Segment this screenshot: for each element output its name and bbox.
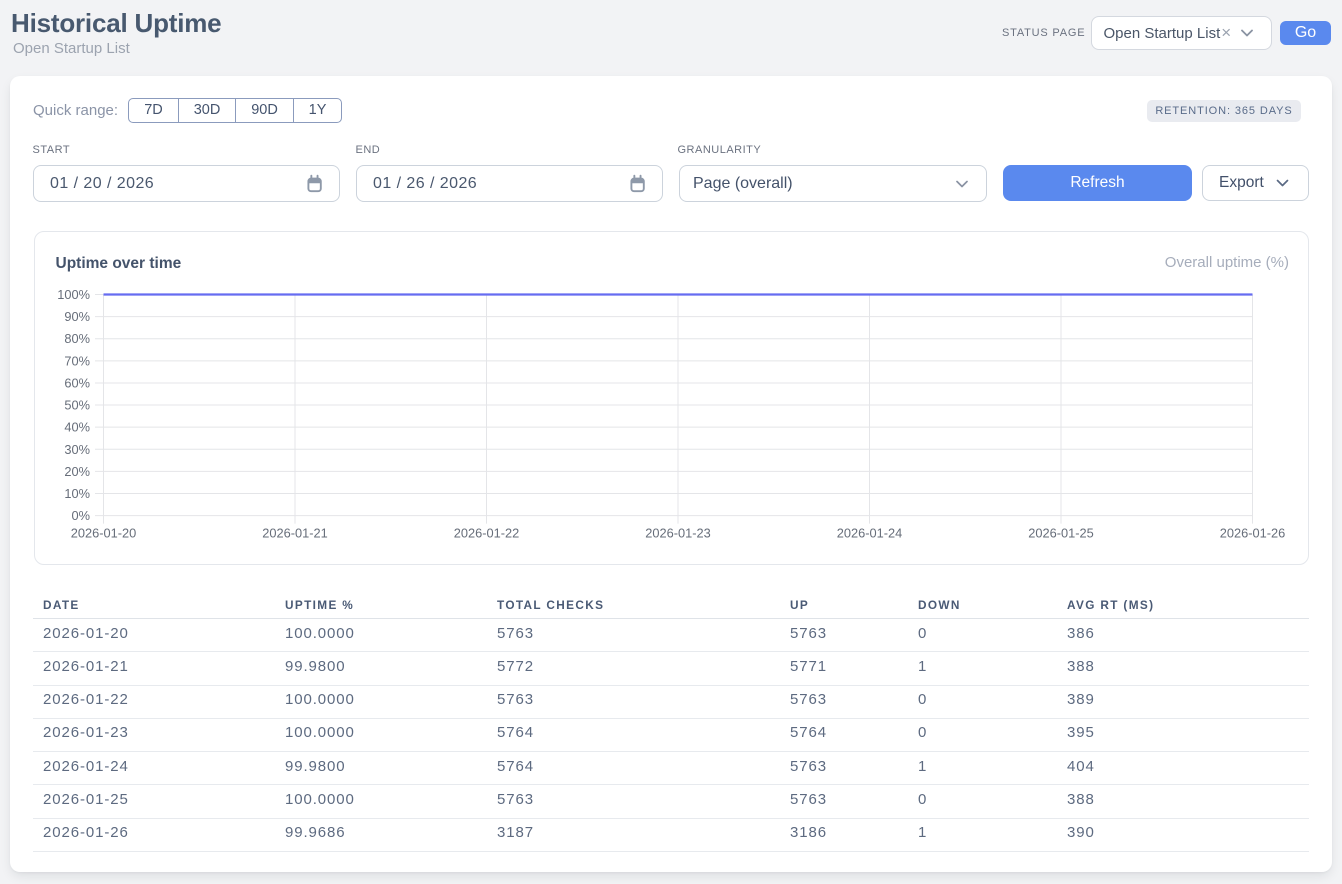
svg-text:60%: 60% <box>64 375 90 390</box>
svg-text:2026-01-25: 2026-01-25 <box>1028 525 1093 540</box>
svg-text:90%: 90% <box>64 309 90 324</box>
svg-text:20%: 20% <box>64 464 90 479</box>
svg-text:2026-01-23: 2026-01-23 <box>645 525 710 540</box>
svg-text:2026-01-20: 2026-01-20 <box>71 525 136 540</box>
svg-text:80%: 80% <box>64 331 90 346</box>
svg-text:0%: 0% <box>72 508 91 523</box>
svg-text:2026-01-24: 2026-01-24 <box>837 525 902 540</box>
svg-text:50%: 50% <box>64 398 90 413</box>
svg-text:2026-01-21: 2026-01-21 <box>262 525 327 540</box>
svg-text:2026-01-26: 2026-01-26 <box>1220 525 1285 540</box>
svg-text:2026-01-22: 2026-01-22 <box>454 525 519 540</box>
svg-text:30%: 30% <box>64 442 90 457</box>
svg-text:100%: 100% <box>57 287 90 302</box>
svg-text:70%: 70% <box>64 353 90 368</box>
svg-text:10%: 10% <box>64 486 90 501</box>
svg-text:40%: 40% <box>64 420 90 435</box>
